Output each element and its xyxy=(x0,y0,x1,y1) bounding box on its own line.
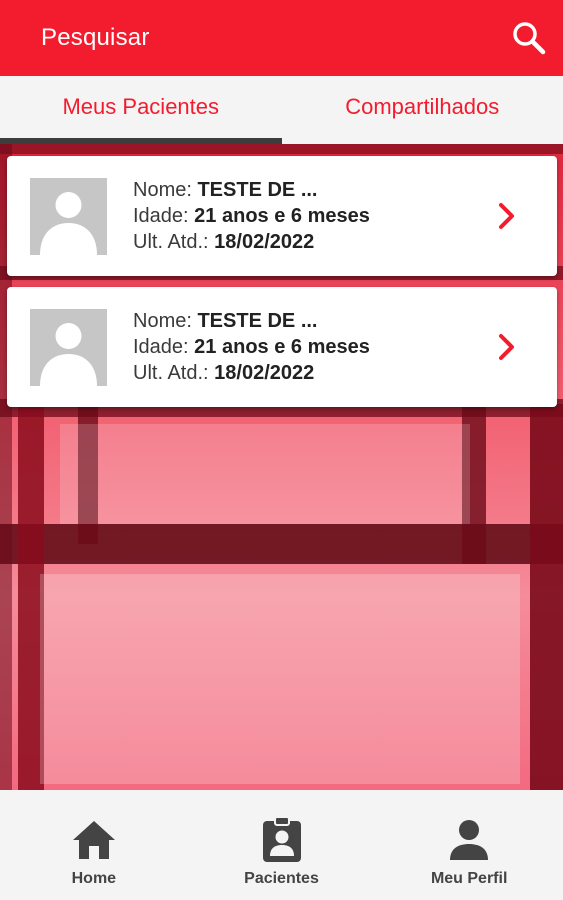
patient-card[interactable]: Nome: TESTE DE ... Idade: 21 anos e 6 me… xyxy=(7,287,557,407)
nav-label: Pacientes xyxy=(244,870,319,887)
chevron-right-icon xyxy=(499,203,514,229)
nav-label: Meu Perfil xyxy=(430,870,508,887)
tab-meus-pacientes[interactable]: Meus Pacientes xyxy=(0,76,282,144)
name-label: Nome: xyxy=(133,310,198,332)
patient-last-visit-line: Ult. Atd.: 18/02/2022 xyxy=(133,229,487,255)
patient-age-line: Idade: 21 anos e 6 meses xyxy=(133,203,487,229)
bottom-navigation: Home Pacientes Meu Perfil xyxy=(0,790,563,900)
age-label: Idade: xyxy=(133,205,195,227)
name-label: Nome: xyxy=(133,179,198,201)
nav-label: Home xyxy=(71,870,117,887)
tab-compartilhados[interactable]: Compartilhados xyxy=(282,76,563,144)
tab-label: Meus Pacientes xyxy=(62,94,220,119)
tab-bar: Meus Pacientes Compartilhados xyxy=(0,76,563,144)
tab-label: Compartilhados xyxy=(345,94,500,119)
patient-info: Nome: TESTE DE ... Idade: 21 anos e 6 me… xyxy=(133,177,487,255)
page-title: Pesquisar xyxy=(41,24,150,51)
open-patient-button[interactable] xyxy=(487,327,527,367)
patient-card[interactable]: Nome: TESTE DE ... Idade: 21 anos e 6 me… xyxy=(7,156,557,276)
nav-pacientes[interactable]: Pacientes xyxy=(188,790,376,900)
patient-name-line: Nome: TESTE DE ... xyxy=(133,177,487,203)
patient-info: Nome: TESTE DE ... Idade: 21 anos e 6 me… xyxy=(133,308,487,386)
app-screen: Pesquisar Meus Pacientes Compartilhados xyxy=(0,0,563,900)
person-placeholder-icon xyxy=(40,191,97,255)
patient-name: TESTE DE ... xyxy=(197,179,318,201)
chevron-right-icon xyxy=(499,334,514,360)
avatar xyxy=(30,308,107,386)
search-icon xyxy=(513,22,546,55)
patient-name-line: Nome: TESTE DE ... xyxy=(133,308,487,334)
open-patient-button[interactable] xyxy=(487,196,527,236)
clipboard-user-icon xyxy=(258,816,306,864)
home-icon xyxy=(70,816,118,864)
nav-home[interactable]: Home xyxy=(0,790,188,900)
patient-name: TESTE DE ... xyxy=(197,310,318,332)
person-icon xyxy=(445,816,493,864)
patient-age: 21 anos e 6 meses xyxy=(194,336,370,358)
patient-age: 21 anos e 6 meses xyxy=(194,205,370,227)
avatar xyxy=(30,177,107,255)
person-placeholder-icon xyxy=(40,322,97,386)
search-button[interactable] xyxy=(509,18,549,58)
patient-last-visit-line: Ult. Atd.: 18/02/2022 xyxy=(133,360,487,386)
patient-age-line: Idade: 21 anos e 6 meses xyxy=(133,334,487,360)
nav-meu-perfil[interactable]: Meu Perfil xyxy=(375,790,563,900)
age-label: Idade: xyxy=(133,336,195,358)
patient-last-visit: 18/02/2022 xyxy=(214,362,315,384)
patient-last-visit: 18/02/2022 xyxy=(214,231,315,253)
top-app-bar: Pesquisar xyxy=(0,0,563,76)
last-visit-label: Ult. Atd.: xyxy=(133,231,215,253)
last-visit-label: Ult. Atd.: xyxy=(133,362,215,384)
